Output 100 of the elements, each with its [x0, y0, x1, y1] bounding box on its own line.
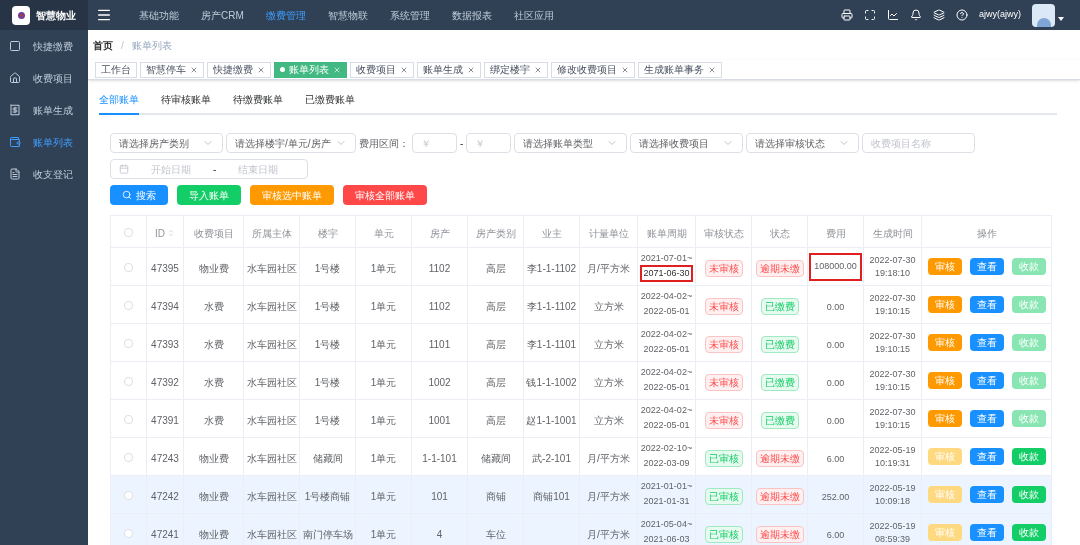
table-row[interactable]: 47393 水费 水车园社区 1号楼 1单元 1101 高层 李1-1-1101 立方米 2022-04-02~ 2022-05-01 未审核 已缴费 0.00 2022-07-30 19:10:15 审核 查看 收款: [110, 323, 1052, 362]
caret-icon[interactable]: [1058, 17, 1064, 21]
table-cell: 水费: [203, 414, 224, 426]
row-checkbox[interactable]: [124, 414, 133, 424]
column-header[interactable]: ID: [155, 225, 165, 241]
user-name[interactable]: ajwy(ajwy): [979, 8, 1021, 22]
close-icon[interactable]: [190, 65, 198, 74]
search-button[interactable]: 搜索: [110, 185, 168, 205]
chart-icon[interactable]: [887, 9, 899, 21]
table-row[interactable]: 47394 水费 水车园社区 1号楼 1单元 1102 高层 李1-1-1102 立方米 2022-04-02~ 2022-05-01 未审核 已缴费 0.00 2022-07-30 19:10:15 审核 查看 收款: [110, 285, 1052, 324]
row-checkbox[interactable]: [124, 300, 133, 310]
table-cell: 47394: [151, 300, 179, 312]
view-button[interactable]: 查看: [969, 258, 1004, 275]
fee-amount: 6.00: [826, 528, 845, 542]
table-row[interactable]: 47243 物业费 水车园社区 储藏间 1单元 1-1-101 储藏间 武-2-101 月/平方米 2022-02-10~ 2022-03-09 已审核 逾期未缴 6.00 2022-05-19 10:19:31 审核 查看 收款: [110, 437, 1052, 476]
table-cell: 物业费: [198, 528, 229, 540]
view-button[interactable]: 查看: [969, 334, 1004, 351]
page-tag[interactable]: 收费项目: [350, 61, 414, 78]
layers-icon[interactable]: [933, 9, 945, 21]
page-tag[interactable]: 生成账单事务: [638, 61, 722, 78]
sidebar-item[interactable]: 账单列表: [0, 126, 88, 158]
page-tag[interactable]: 工作台: [95, 61, 137, 78]
top-nav-item[interactable]: 社区应用: [502, 7, 565, 23]
table-cell: 水车园社区: [246, 452, 297, 464]
sidebar-item[interactable]: 收支登记: [0, 158, 88, 190]
property-type-select[interactable]: 请选择房产类别: [110, 133, 223, 153]
view-button[interactable]: 查看: [969, 448, 1004, 465]
row-checkbox[interactable]: [124, 338, 133, 348]
page-tag[interactable]: 账单生成: [417, 61, 481, 78]
table-row[interactable]: 47395 物业费 水车园社区 1号楼 1单元 1102 高层 李1-1-1102 月/平方米 2021-07-01~ 2071-06-30 未审核 逾期未缴 108000.00 2022-07-30 19:18:10 审核 查看 收款: [110, 247, 1052, 286]
printer-icon[interactable]: [841, 9, 853, 21]
row-checkbox[interactable]: [124, 452, 133, 462]
top-nav-item[interactable]: 系统管理: [378, 7, 441, 23]
view-button[interactable]: 查看: [969, 372, 1004, 389]
sidebar-item[interactable]: 账单生成: [0, 94, 88, 126]
audit-status-select[interactable]: 请选择审核状态: [746, 133, 860, 153]
page-tag[interactable]: 智慧停车: [140, 61, 204, 78]
sidebar-item-icon: [9, 136, 21, 148]
table-cell: 月/平方米: [587, 452, 630, 464]
select-all-checkbox[interactable]: [124, 227, 133, 237]
audit-status-tag: 已审核: [704, 487, 743, 505]
sidebar-item[interactable]: 快捷缴费: [0, 30, 88, 62]
tab[interactable]: 全部账单: [99, 92, 139, 115]
sidebar-item[interactable]: 收费项目: [0, 62, 88, 94]
table-row[interactable]: 47241 物业费 水车园社区 南门停车场 1单元 4 车位 月/平方米 2021-05-04~ 2021-06-03 已审核 逾期未缴 6.00 2022-05-19 08:59:39 审核 查看 收款: [110, 513, 1052, 545]
created-date: 2022-07-30: [869, 291, 916, 305]
avatar[interactable]: [1032, 3, 1055, 27]
row-checkbox[interactable]: [124, 376, 133, 386]
period-start: 2022-04-02~: [640, 289, 693, 303]
table-cell: 水车园社区: [246, 262, 297, 274]
close-icon[interactable]: [467, 65, 475, 74]
view-button[interactable]: 查看: [969, 296, 1004, 313]
top-nav-item[interactable]: 房产CRM: [190, 7, 255, 23]
sidebar-item-icon: [9, 168, 21, 180]
notification-icon[interactable]: [910, 9, 922, 21]
table-cell: 1102: [428, 262, 451, 274]
building-select[interactable]: 请选择楼宇/单元/房产: [226, 133, 356, 153]
created-time: 10:19:31: [874, 456, 910, 470]
table-row[interactable]: 47391 水费 水车园社区 1号楼 1单元 1001 高层 赵1-1-1001 立方米 2022-04-02~ 2022-05-01 未审核 已缴费 0.00 2022-07-30 19:10:15 审核 查看 收款: [110, 399, 1052, 438]
action-button[interactable]: 审核全部账单: [343, 185, 427, 205]
view-button[interactable]: 查看: [969, 486, 1004, 503]
period-end: 2021-06-03: [642, 532, 691, 545]
period-start: 2021-05-04~: [640, 517, 693, 531]
close-icon[interactable]: [257, 65, 265, 74]
top-nav-item[interactable]: 缴费管理: [254, 7, 317, 23]
close-icon[interactable]: [621, 65, 629, 74]
tab[interactable]: 待缴费账单: [233, 92, 283, 115]
table-row[interactable]: 47392 水费 水车园社区 1号楼 1单元 1002 高层 钱1-1-1002 立方米 2022-04-02~ 2022-05-01 未审核 已缴费 0.00 2022-07-30 19:10:15 审核 查看 收款: [110, 361, 1052, 400]
close-icon[interactable]: [333, 65, 341, 74]
top-nav-item[interactable]: 数据报表: [440, 7, 503, 23]
close-icon[interactable]: [534, 65, 542, 74]
breadcrumb-item[interactable]: 首页: [93, 37, 113, 53]
bill-type-select[interactable]: 请选择账单类型: [514, 133, 628, 153]
row-checkbox[interactable]: [124, 262, 133, 272]
fullscreen-icon[interactable]: [864, 9, 876, 21]
fee-amount: 0.00: [826, 376, 845, 390]
table-cell: 101: [431, 490, 448, 502]
period-end: 2022-05-01: [642, 342, 691, 356]
period-end: 2071-06-30: [640, 264, 693, 282]
top-nav-item[interactable]: 智慧物联: [316, 7, 379, 23]
close-icon[interactable]: [708, 65, 716, 74]
help-icon[interactable]: [956, 9, 968, 21]
tab[interactable]: 已缴费账单: [305, 92, 355, 115]
period-end: 2022-05-01: [642, 380, 691, 394]
row-checkbox[interactable]: [124, 490, 133, 500]
fee-item-select[interactable]: 请选择收费项目: [630, 133, 744, 153]
tab[interactable]: 待审核账单: [161, 92, 211, 115]
table-cell: 1号楼: [314, 300, 341, 312]
table-cell: 1单元: [370, 376, 397, 388]
view-button[interactable]: 查看: [969, 524, 1004, 541]
table-row[interactable]: 47242 物业费 水车园社区 1号楼商铺 1单元 101 商铺 商铺101 月/平方米 2021-01-01~ 2021-01-31 已审核 逾期未缴 252.00 2022-05-19 10:09:18 审核 查看 收款: [110, 475, 1052, 514]
page-tag-label: 工作台: [101, 63, 131, 77]
close-icon[interactable]: [400, 65, 408, 74]
view-button[interactable]: 查看: [969, 410, 1004, 427]
page-tag[interactable]: 快捷缴费: [207, 61, 271, 78]
row-checkbox[interactable]: [124, 528, 133, 538]
page-tag[interactable]: 修改收费项目: [551, 61, 635, 78]
menu-icon[interactable]: [96, 7, 112, 23]
page-tag[interactable]: 绑定楼宇: [484, 61, 548, 78]
top-nav-item[interactable]: 基础功能: [128, 7, 190, 23]
